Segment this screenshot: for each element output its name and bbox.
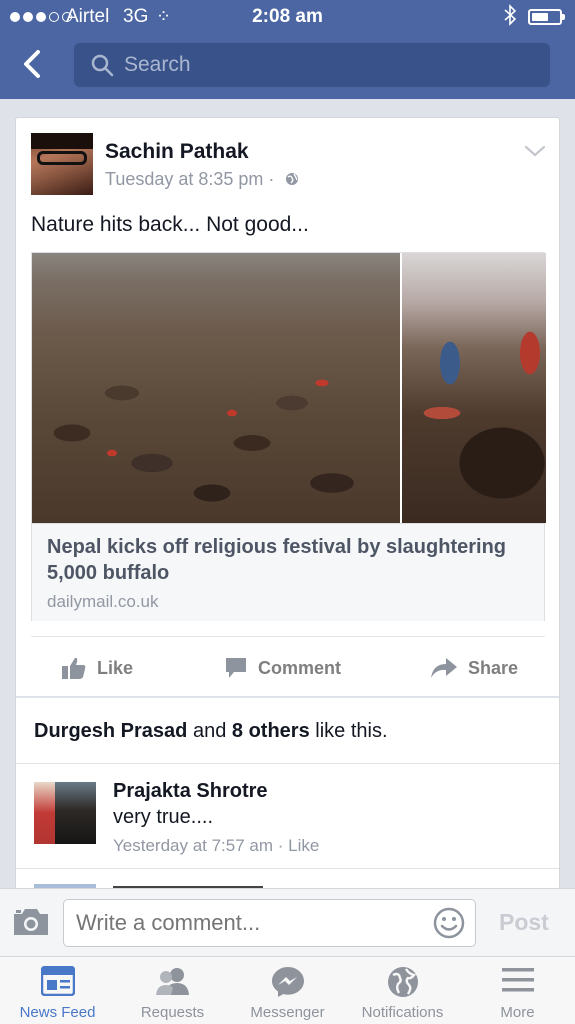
back-button[interactable]	[16, 44, 52, 84]
comment-button[interactable]: Comment	[224, 653, 341, 683]
post-timestamp[interactable]: Tuesday at 8:35 pm ·	[105, 169, 274, 190]
share-button[interactable]: Share	[430, 653, 518, 683]
clock: 2:08 am	[252, 6, 323, 27]
liker-name: Durgesh Prasad	[34, 720, 188, 742]
like-button[interactable]: Like	[61, 653, 133, 683]
post-button[interactable]: Post	[499, 909, 549, 936]
tab-label: News Feed	[19, 1004, 96, 1021]
link-title: Nepal kicks off religious festival by sl…	[47, 536, 507, 584]
like-label: Like	[97, 657, 134, 678]
thumbs-up-icon	[62, 657, 86, 679]
notifications-icon	[387, 967, 418, 997]
likes-joiner: and	[192, 720, 227, 742]
tab-label: More	[500, 1004, 535, 1021]
tab-notifications[interactable]: Notifications	[345, 957, 460, 1024]
search-icon	[90, 53, 114, 82]
share-arrow-icon	[431, 658, 457, 678]
comment-composer: Post	[0, 888, 575, 956]
link-info: Nepal kicks off religious festival by sl…	[32, 523, 544, 621]
bluetooth-icon	[503, 4, 517, 32]
divider	[16, 763, 559, 764]
divider	[16, 696, 559, 698]
tab-more[interactable]: More	[460, 957, 575, 1024]
comment-text: very true....	[113, 806, 214, 828]
camera-icon[interactable]	[12, 907, 50, 942]
battery-icon	[528, 9, 565, 25]
comment-author[interactable]: Prajakta Shrotre	[113, 780, 268, 803]
post-card: Sachin Pathak Tuesday at 8:35 pm · Natur…	[15, 117, 560, 897]
likes-suffix: like this.	[315, 720, 388, 742]
divider	[31, 636, 545, 637]
comment-like-link[interactable]: · Like	[278, 836, 320, 855]
tab-label: Messenger	[250, 1004, 325, 1021]
tab-label: Notifications	[361, 1004, 444, 1021]
news-feed-icon	[40, 966, 75, 996]
post-text: Nature hits back... Not good...	[31, 213, 309, 236]
author-avatar[interactable]	[31, 133, 93, 195]
likes-others: 8 others	[231, 720, 310, 742]
comment-icon	[226, 658, 246, 678]
likes-summary[interactable]: Durgesh Prasad and 8 others like this.	[34, 720, 388, 743]
top-bar: Airtel 3G ⁘ 2:08 am Search	[0, 0, 575, 99]
comment-input[interactable]	[63, 899, 476, 947]
search-placeholder: Search	[124, 53, 191, 76]
link-photo-main	[32, 253, 400, 523]
comment-avatar[interactable]	[34, 782, 96, 844]
comment-label: Comment	[258, 657, 342, 678]
comment-meta: Yesterday at 7:57 am · Like	[113, 836, 319, 856]
tab-label: Requests	[140, 1004, 205, 1021]
search-input[interactable]: Search	[74, 43, 550, 87]
comment-time: Yesterday at 7:57 am	[113, 836, 274, 855]
link-domain: dailymail.co.uk	[47, 592, 159, 611]
globe-icon	[285, 172, 299, 191]
messenger-icon	[271, 967, 304, 997]
requests-icon	[155, 968, 189, 995]
share-label: Share	[468, 657, 519, 678]
divider	[16, 868, 559, 869]
tab-news-feed[interactable]: News Feed	[0, 957, 115, 1024]
status-bar: Airtel 3G ⁘ 2:08 am	[0, 0, 575, 34]
sticker-smiley-icon[interactable]	[432, 906, 466, 945]
tab-bar: News Feed Requests Messenger Notificatio…	[0, 956, 575, 1024]
tab-messenger[interactable]: Messenger	[230, 957, 345, 1024]
link-photo-side	[402, 253, 546, 523]
author-name[interactable]: Sachin Pathak	[105, 140, 249, 164]
link-preview[interactable]: Nepal kicks off religious festival by sl…	[31, 252, 546, 621]
tab-requests[interactable]: Requests	[115, 957, 230, 1024]
chevron-down-icon[interactable]	[524, 144, 546, 163]
more-icon	[501, 968, 534, 992]
